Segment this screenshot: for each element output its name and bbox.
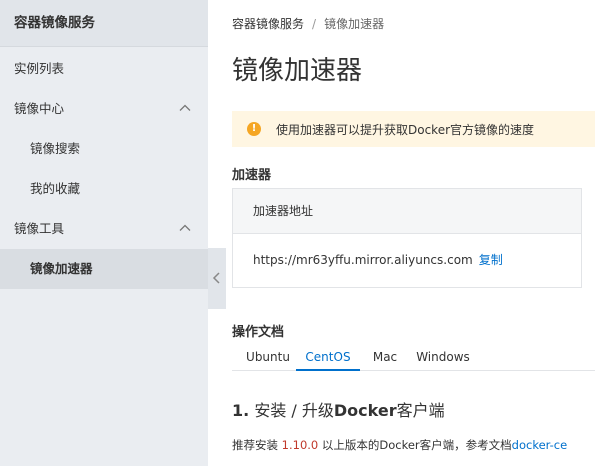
- notice-banner: ! 使用加速器可以提升获取Docker官方镜像的速度: [232, 111, 595, 147]
- step-desc-middle: 以上版本的Docker客户端，参考文档: [321, 438, 512, 452]
- sidebar-item-label: 镜像搜索: [30, 141, 81, 156]
- accelerator-panel: 加速器地址 https://mr63yffu.mirror.aliyuncs.c…: [232, 188, 582, 288]
- page-title: 镜像加速器: [232, 56, 363, 86]
- sidebar-item-image-accelerator[interactable]: 镜像加速器: [0, 249, 208, 289]
- tab-windows[interactable]: Windows: [414, 346, 472, 371]
- sidebar-item-image-search[interactable]: 镜像搜索: [0, 129, 208, 169]
- accelerator-row: https://mr63yffu.mirror.aliyuncs.com 复制: [233, 234, 581, 287]
- sidebar-item-favorites[interactable]: 我的收藏: [0, 169, 208, 209]
- accelerator-header: 加速器地址: [233, 189, 581, 234]
- step-title-text-c: 客户端: [396, 401, 445, 420]
- sidebar-item-label: 实例列表: [14, 61, 65, 76]
- chevron-up-icon[interactable]: [178, 101, 192, 115]
- sidebar-item-image-tools[interactable]: 镜像工具: [0, 209, 208, 249]
- step-desc-prefix: 推荐安装: [232, 438, 278, 452]
- docs-section-title: 操作文档: [232, 325, 285, 340]
- breadcrumb: 容器镜像服务 / 镜像加速器: [232, 15, 384, 32]
- sidebar-item-label: 镜像加速器: [30, 261, 93, 276]
- breadcrumb-current: 镜像加速器: [324, 17, 385, 31]
- breadcrumb-separator: /: [312, 17, 317, 31]
- sidebar: 容器镜像服务 实例列表 镜像中心 镜像搜索 我的收藏 镜像工具 镜像加速器: [0, 0, 208, 466]
- step-title: 1. 安装 / 升级Docker客户端: [232, 397, 445, 421]
- tab-ubuntu[interactable]: Ubuntu: [243, 346, 293, 371]
- accelerator-url: https://mr63yffu.mirror.aliyuncs.com: [253, 253, 473, 267]
- step-number: 1.: [232, 401, 250, 420]
- step-title-text-b: Docker: [333, 401, 397, 420]
- accelerator-section-title: 加速器: [232, 168, 272, 183]
- sidebar-item-label: 镜像中心: [14, 101, 65, 116]
- step-description: 推荐安装 1.10.0 以上版本的Docker客户端，参考文档docker-ce: [232, 437, 567, 453]
- warning-icon: !: [247, 122, 261, 136]
- breadcrumb-root[interactable]: 容器镜像服务: [232, 17, 304, 31]
- chevron-up-icon[interactable]: [178, 221, 192, 235]
- main-content: 容器镜像服务 / 镜像加速器 镜像加速器 ! 使用加速器可以提升获取Docker官方…: [208, 0, 595, 466]
- step-title-text-a: 安装 / 升级: [254, 401, 334, 420]
- tab-centos[interactable]: CentOS: [296, 346, 360, 371]
- sidebar-item-label: 镜像工具: [14, 221, 65, 236]
- copy-link[interactable]: 复制: [479, 253, 503, 267]
- docker-ce-link[interactable]: docker-ce: [512, 438, 568, 452]
- sidebar-item-label: 我的收藏: [30, 181, 81, 196]
- tab-mac[interactable]: Mac: [368, 346, 402, 371]
- os-tabs: Ubuntu CentOS Mac Windows: [232, 346, 595, 371]
- docker-version: 1.10.0: [281, 438, 319, 452]
- sidebar-item-instances[interactable]: 实例列表: [0, 49, 208, 89]
- sidebar-title: 容器镜像服务: [0, 0, 208, 47]
- notice-text: 使用加速器可以提升获取Docker官方镜像的速度: [276, 123, 535, 137]
- sidebar-item-image-center[interactable]: 镜像中心: [0, 89, 208, 129]
